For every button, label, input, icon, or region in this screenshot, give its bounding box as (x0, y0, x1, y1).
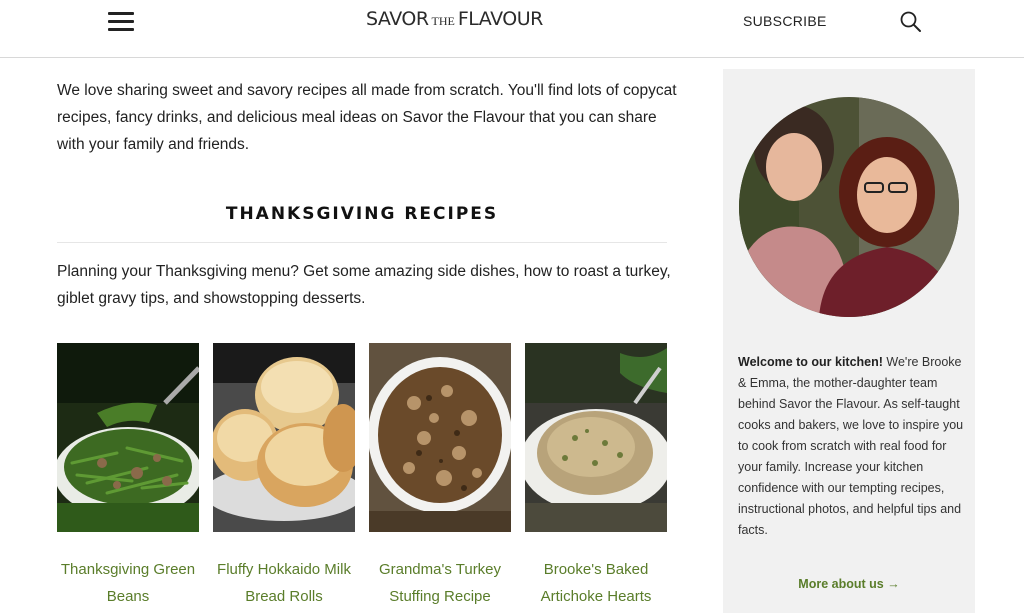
recipe-title[interactable]: Fluffy Hokkaido Milk Bread Rolls (209, 556, 359, 610)
recipe-image-turkey-stuffing[interactable] (369, 343, 511, 532)
sidebar-about: Welcome to our kitchen! We're Brooke & E… (723, 69, 975, 613)
welcome-body: We're Brooke & Emma, the mother-daughter… (738, 355, 964, 537)
intro-paragraph: We love sharing sweet and savory recipes… (57, 82, 677, 153)
subscribe-link[interactable]: SUBSCRIBE (743, 13, 827, 29)
search-icon[interactable] (899, 10, 923, 34)
recipe-image-milk-bread-rolls[interactable] (213, 343, 355, 532)
recipe-image-green-beans[interactable] (57, 343, 199, 532)
recipe-card-artichoke-hearts[interactable]: Brooke's Baked Artichoke Hearts (525, 343, 667, 610)
logo-word-savor: SAVOR (366, 8, 429, 30)
recipe-card-turkey-stuffing[interactable]: Grandma's Turkey Stuffing Recipe (369, 343, 511, 610)
recipe-image-artichoke-hearts[interactable] (525, 343, 667, 532)
section-title: THANKSGIVING RECIPES (225, 204, 499, 224)
section-divider (57, 242, 667, 243)
welcome-heading: Welcome to our kitchen! (738, 355, 883, 369)
welcome-text: Welcome to our kitchen! We're Brooke & E… (738, 352, 964, 541)
section-description: Planning your Thanksgiving menu? Get som… (57, 263, 671, 307)
hamburger-menu-icon[interactable] (108, 12, 136, 32)
author-photo (739, 97, 959, 317)
site-logo[interactable]: SAVOR THE FLAVOUR (366, 8, 543, 34)
logo-word-flavour: FLAVOUR (457, 8, 543, 30)
recipe-title[interactable]: Brooke's Baked Artichoke Hearts (521, 556, 671, 610)
recipe-card-milk-bread-rolls[interactable]: Fluffy Hokkaido Milk Bread Rolls (213, 343, 355, 610)
recipe-title[interactable]: Grandma's Turkey Stuffing Recipe (365, 556, 515, 610)
recipe-title[interactable]: Thanksgiving Green Beans (53, 556, 203, 610)
more-about-us-link[interactable]: More about us → (723, 577, 975, 591)
logo-word-the: THE (431, 14, 455, 28)
recipe-card-green-beans[interactable]: Thanksgiving Green Beans (57, 343, 199, 610)
site-header: SAVOR THE FLAVOUR SUBSCRIBE (0, 0, 1024, 58)
